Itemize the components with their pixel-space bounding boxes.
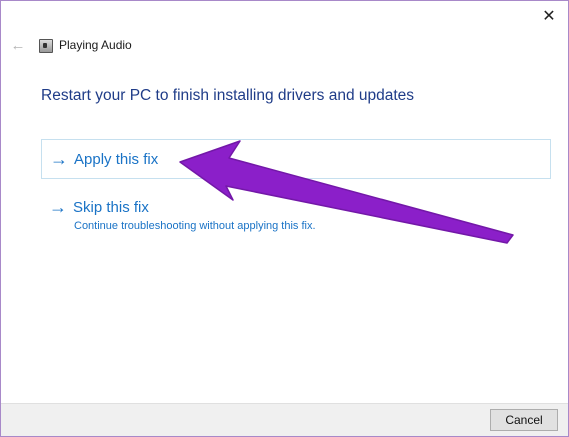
title-bar: ← Playing Audio [1,31,568,61]
troubleshooter-window: ✕ ← Playing Audio Restart your PC to fin… [0,0,569,437]
close-icon: ✕ [542,8,556,25]
window-title: Playing Audio [59,38,132,52]
cancel-button[interactable]: Cancel [490,409,558,431]
footer-bar: Cancel [1,403,568,436]
back-arrow-icon: ← [10,36,26,54]
audio-troubleshooter-icon [39,39,53,53]
apply-fix-label: Apply this fix [74,151,159,168]
page-heading: Restart your PC to finish installing dri… [41,87,415,104]
right-arrow-icon: → [49,197,67,217]
back-button[interactable]: ← [9,36,27,54]
close-button[interactable]: ✕ [536,5,562,27]
skip-fix-label: Skip this fix [73,199,149,216]
right-arrow-icon: → [50,149,68,169]
skip-fix-option[interactable]: → Skip this fix Continue troubleshooting… [41,196,551,238]
skip-fix-description: Continue troubleshooting without applyin… [74,220,316,232]
apply-fix-option[interactable]: → Apply this fix [41,139,551,179]
